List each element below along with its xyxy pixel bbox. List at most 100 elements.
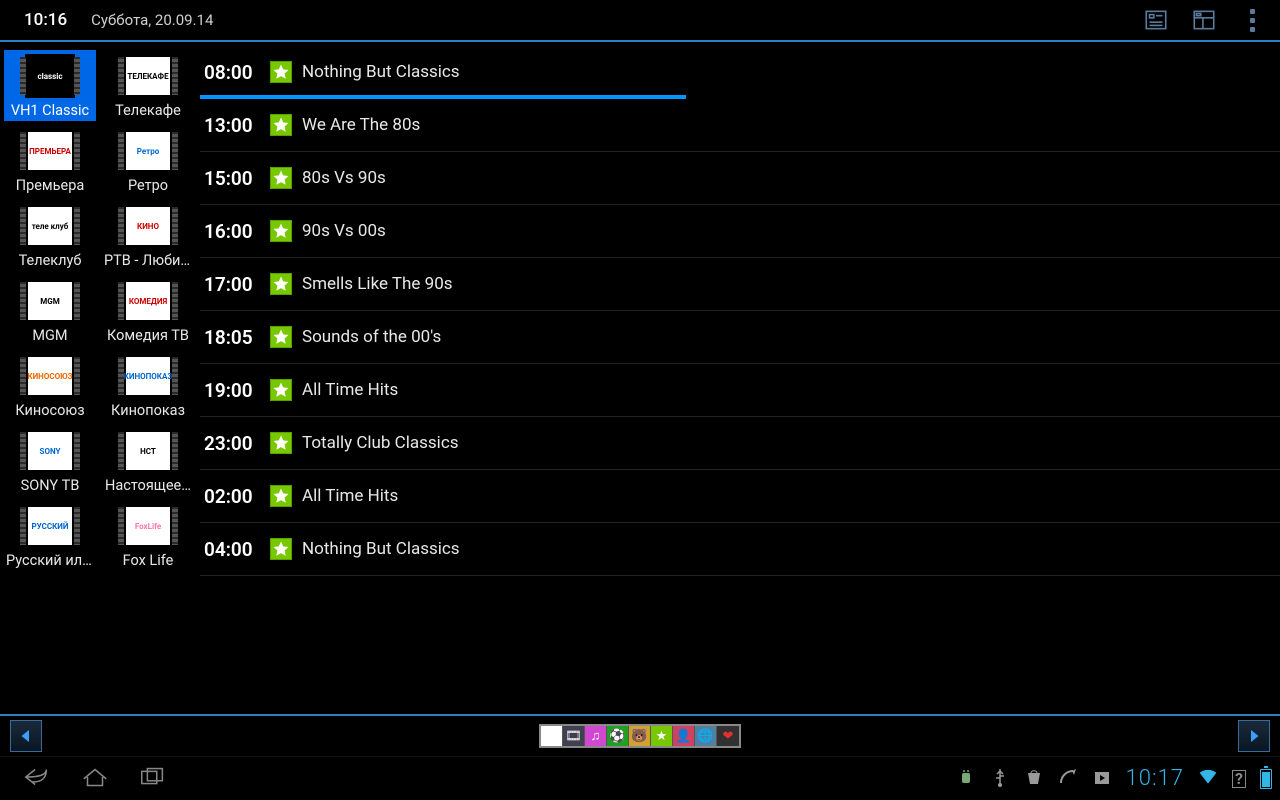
channel-logo: НСТ	[123, 429, 173, 473]
status-tray[interactable]: 10:17 ?	[956, 766, 1272, 791]
channel-label: Fox Life	[123, 552, 174, 569]
programme-time: 23:00	[204, 432, 268, 455]
appbar-time: 10:16	[24, 10, 67, 30]
channel-item[interactable]: КИНОПОКАЗ Кинопоказ	[102, 350, 194, 421]
programme-time: 13:00	[204, 114, 268, 137]
cast-icon	[1058, 767, 1078, 791]
programme-time: 15:00	[204, 167, 268, 190]
channel-logo: КИНОСОЮЗ	[25, 354, 75, 398]
battery-icon	[1260, 769, 1272, 789]
channel-label: РТВ - Любимое кино	[104, 252, 192, 269]
prev-arrow-button[interactable]	[10, 720, 42, 752]
programme-title: 80s Vs 90s	[302, 168, 386, 188]
channel-grid: classic VH1 Classic ТЕЛЕКАФЕТелекафеПРЕМЬЕ…	[0, 42, 200, 748]
channel-logo: КОМЕДИЯ	[123, 279, 173, 323]
bottom-toolbar: 🎞♫⚽🐻★👤🌐❤	[0, 714, 1280, 756]
channel-label: Настоящее…	[105, 477, 191, 494]
programme-time: 04:00	[204, 538, 268, 561]
menu-overflow-icon[interactable]	[1236, 4, 1268, 36]
filter-chip[interactable]: 🐻	[629, 726, 651, 746]
back-icon[interactable]	[22, 765, 52, 793]
programme-title: We Are The 80s	[302, 115, 420, 135]
recent-apps-icon[interactable]	[138, 765, 168, 793]
programme-time: 19:00	[204, 379, 268, 402]
programme-row[interactable]: 16:0090s Vs 00s	[200, 205, 1280, 258]
channel-logo: classic	[25, 54, 75, 98]
usb-icon	[990, 767, 1010, 791]
programme-row[interactable]: 15:00 80s Vs 90s	[200, 152, 1280, 205]
channel-item[interactable]: Ретро Ретро	[102, 125, 194, 196]
programme-time: 17:00	[204, 273, 268, 296]
star-icon	[270, 167, 292, 189]
programme-row[interactable]: 04:00Nothing But Classics	[200, 523, 1280, 576]
programme-row[interactable]: 17:00 Smells Like The 90s	[200, 258, 1280, 311]
programme-row[interactable]: 23:00Totally Club Classics	[200, 417, 1280, 470]
view-grid-icon[interactable]	[1188, 4, 1220, 36]
filter-chip[interactable]: ♫	[585, 726, 607, 746]
home-icon[interactable]	[80, 765, 110, 793]
appbar-date: Суббота, 20.09.14	[91, 11, 213, 29]
filter-chip[interactable]: 🌐	[695, 726, 717, 746]
channel-item[interactable]: MGMMGM	[4, 275, 96, 346]
channel-item[interactable]: FoxLifeFox Life	[102, 500, 194, 571]
programme-time: 02:00	[204, 485, 268, 508]
filter-chip[interactable]	[541, 726, 563, 746]
view-list-icon[interactable]	[1140, 4, 1172, 36]
programme-title: Nothing But Classics	[302, 62, 460, 82]
filter-chip[interactable]: ❤	[717, 726, 739, 746]
status-clock: 10:17	[1126, 766, 1184, 791]
programme-row[interactable]: 08:00 Nothing But Classics	[200, 46, 1280, 99]
programme-title: Sounds of the 00's	[302, 327, 441, 347]
channel-label: Киносоюз	[15, 402, 84, 419]
filter-chip[interactable]: 👤	[673, 726, 695, 746]
filter-chip[interactable]: ★	[651, 726, 673, 746]
category-filter-bar: 🎞♫⚽🐻★👤🌐❤	[539, 724, 741, 748]
channel-label: SONY ТВ	[21, 477, 80, 494]
channel-item[interactable]: classic VH1 Classic	[4, 50, 96, 121]
play-store-icon	[1092, 767, 1112, 791]
channel-logo: Ретро	[123, 129, 173, 173]
channel-label: VH1 Classic	[11, 102, 89, 119]
programme-row[interactable]: 02:00 All Time Hits	[200, 470, 1280, 523]
channel-label: Ретро	[128, 177, 168, 194]
channel-item[interactable]: РУССКИЙРусский иллюзион	[4, 500, 96, 571]
star-icon	[270, 432, 292, 454]
system-nav-bar: 10:17 ?	[0, 756, 1280, 800]
channel-item[interactable]: ПРЕМЬЕРАПремьера	[4, 125, 96, 196]
channel-logo: РУССКИЙ	[25, 504, 75, 548]
programme-title: Smells Like The 90s	[302, 274, 453, 294]
filter-chip[interactable]: ⚽	[607, 726, 629, 746]
programme-time: 08:00	[204, 61, 268, 84]
channel-logo: КИНО	[123, 204, 173, 248]
channel-logo: SONY	[25, 429, 75, 473]
star-icon	[270, 326, 292, 348]
channel-label: Кинопоказ	[111, 402, 185, 419]
channel-item[interactable]: ТЕЛЕКАФЕТелекафе	[102, 50, 194, 121]
programme-time: 18:05	[204, 326, 268, 349]
wifi-icon	[1198, 767, 1218, 791]
channel-label: Телекафе	[115, 102, 181, 119]
channel-item[interactable]: КОМЕДИЯКомедия ТВ	[102, 275, 194, 346]
channel-item[interactable]: SONY SONY ТВ	[4, 425, 96, 496]
programme-row[interactable]: 19:00 All Time Hits	[200, 364, 1280, 417]
filter-chip[interactable]: 🎞	[563, 726, 585, 746]
shopping-icon	[1024, 767, 1044, 791]
channel-item[interactable]: НСТ Настоящее…	[102, 425, 194, 496]
programme-row[interactable]: 18:05 Sounds of the 00's	[200, 311, 1280, 364]
unknown-status-icon: ?	[1232, 770, 1246, 788]
star-icon	[270, 61, 292, 83]
programme-title: All Time Hits	[302, 486, 398, 506]
star-icon	[270, 485, 292, 507]
programme-row[interactable]: 13:00 We Are The 80s	[200, 99, 1280, 152]
channel-logo: теле клуб	[25, 204, 75, 248]
android-debug-icon	[956, 767, 976, 791]
channel-item[interactable]: КИНО РТВ - Любимое кино	[102, 200, 194, 271]
star-icon	[270, 538, 292, 560]
programme-title: All Time Hits	[302, 380, 398, 400]
channel-logo: КИНОПОКАЗ	[123, 354, 173, 398]
channel-item[interactable]: КИНОСОЮЗ Киносоюз	[4, 350, 96, 421]
channel-item[interactable]: теле клубТелеклуб	[4, 200, 96, 271]
next-arrow-button[interactable]	[1238, 720, 1270, 752]
channel-logo: MGM	[25, 279, 75, 323]
main-content: classic VH1 Classic ТЕЛЕКАФЕТелекафеПРЕМЬЕ…	[0, 42, 1280, 748]
